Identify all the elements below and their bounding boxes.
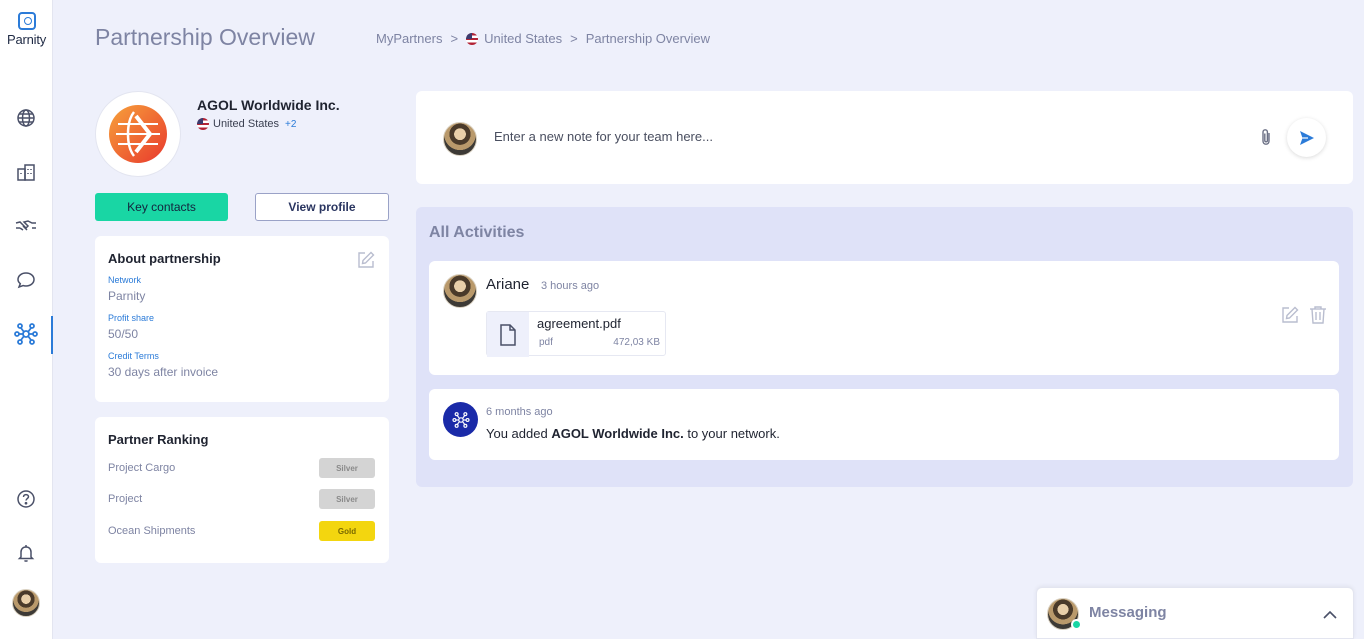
ranking-badge: Gold <box>319 521 375 541</box>
note-input[interactable] <box>494 125 1244 147</box>
logo-text: Parnity <box>6 32 47 47</box>
activity-item: 6 months ago You added AGOL Worldwide In… <box>429 389 1339 460</box>
file-name: agreement.pdf <box>537 316 621 331</box>
file-type: pdf <box>539 337 553 348</box>
partner-ranking-title: Partner Ranking <box>108 432 209 447</box>
company-logo <box>95 91 181 177</box>
company-name: AGOL Worldwide Inc. <box>197 97 340 113</box>
ranking-badge: Silver <box>319 458 375 478</box>
activity-text: You added AGOL Worldwide Inc. to your ne… <box>486 426 780 441</box>
us-flag-icon <box>466 32 479 45</box>
about-partnership-card: About partnership Network Parnity Profit… <box>95 236 389 402</box>
messaging-widget[interactable]: Messaging <box>1036 587 1354 639</box>
network-activity-avatar <box>443 402 478 437</box>
ranking-name: Ocean Shipments <box>108 525 196 537</box>
bell-icon[interactable] <box>14 541 38 565</box>
app-logo[interactable]: Parnity <box>0 12 53 47</box>
field-label-network: Network <box>108 275 142 285</box>
breadcrumb-separator: > <box>570 31 578 46</box>
breadcrumb-separator: > <box>450 31 459 46</box>
attachment-file[interactable]: agreement.pdf pdf 472,03 KB <box>486 311 666 357</box>
chevron-up-icon[interactable] <box>1323 607 1337 625</box>
handshake-icon[interactable] <box>14 214 38 238</box>
breadcrumb-item-mypartners[interactable]: MyPartners <box>376 31 442 46</box>
activities-panel: All Activities Ariane 3 hours ago agreem… <box>416 207 1353 487</box>
activity-author-avatar <box>443 274 477 308</box>
note-author-avatar <box>443 122 477 156</box>
breadcrumb-item-current: Partnership Overview <box>585 31 710 46</box>
send-icon <box>1299 130 1314 145</box>
view-profile-button[interactable]: View profile <box>255 193 389 221</box>
activity-time: 3 hours ago <box>541 280 600 292</box>
field-value-network: Parnity <box>108 289 146 303</box>
help-icon[interactable] <box>14 487 38 511</box>
breadcrumb-item-country[interactable]: United States <box>484 31 562 46</box>
online-status-dot <box>1071 619 1082 630</box>
chat-icon[interactable] <box>14 268 38 292</box>
agol-logo-icon <box>109 105 167 163</box>
network-icon[interactable] <box>14 322 38 346</box>
globe-icon[interactable] <box>14 106 38 130</box>
page-title: Partnership Overview <box>95 24 315 50</box>
ranking-badge: Silver <box>319 489 375 509</box>
field-value-profit-share: 50/50 <box>108 327 139 341</box>
network-icon <box>451 411 470 428</box>
active-nav-indicator <box>51 316 53 354</box>
send-note-button[interactable] <box>1287 118 1326 157</box>
activity-author: Ariane <box>486 276 530 293</box>
activity-item: Ariane 3 hours ago agreement.pdf pdf 472… <box>429 261 1339 375</box>
file-size: 472,03 KB <box>613 337 660 348</box>
paperclip-icon[interactable] <box>1259 128 1273 151</box>
breadcrumb: MyPartners > United States > Partnership… <box>376 31 710 46</box>
field-value-credit-terms: 30 days after invoice <box>108 365 219 379</box>
about-partnership-title: About partnership <box>108 251 221 266</box>
trash-icon[interactable] <box>1309 305 1327 330</box>
field-label-profit-share: Profit share <box>108 313 155 323</box>
edit-icon[interactable] <box>1280 305 1300 330</box>
ranking-name: Project Cargo <box>108 462 176 474</box>
activity-time: 6 months ago <box>486 406 553 418</box>
ranking-row: Ocean Shipments Gold <box>108 520 375 542</box>
note-composer <box>416 91 1353 184</box>
extra-countries-badge[interactable]: +2 <box>285 119 296 130</box>
activities-title: All Activities <box>429 224 525 241</box>
ranking-row: Project Cargo Silver <box>108 457 375 479</box>
edit-icon[interactable] <box>356 250 376 275</box>
ranking-row: Project Silver <box>108 488 375 510</box>
file-icon <box>487 312 529 357</box>
company-country: United States +2 <box>197 118 296 130</box>
partner-ranking-card: Partner Ranking Project Cargo Silver Pro… <box>95 417 389 563</box>
field-label-credit-terms: Credit Terms <box>108 351 159 361</box>
user-avatar[interactable] <box>12 589 40 617</box>
activity-text-suffix: to your network. <box>683 426 780 441</box>
messaging-title: Messaging <box>1089 604 1167 621</box>
parnity-logo-icon <box>17 12 36 30</box>
company-country-label: United States <box>213 118 280 130</box>
activity-text-prefix: You added <box>486 426 552 441</box>
ranking-name: Project <box>108 493 143 505</box>
key-contacts-button[interactable]: Key contacts <box>95 193 228 221</box>
sidebar: Parnity <box>0 0 53 639</box>
activity-text-company[interactable]: AGOL Worldwide Inc. <box>551 426 683 441</box>
building-icon[interactable] <box>14 160 38 184</box>
us-flag-icon <box>197 118 209 130</box>
